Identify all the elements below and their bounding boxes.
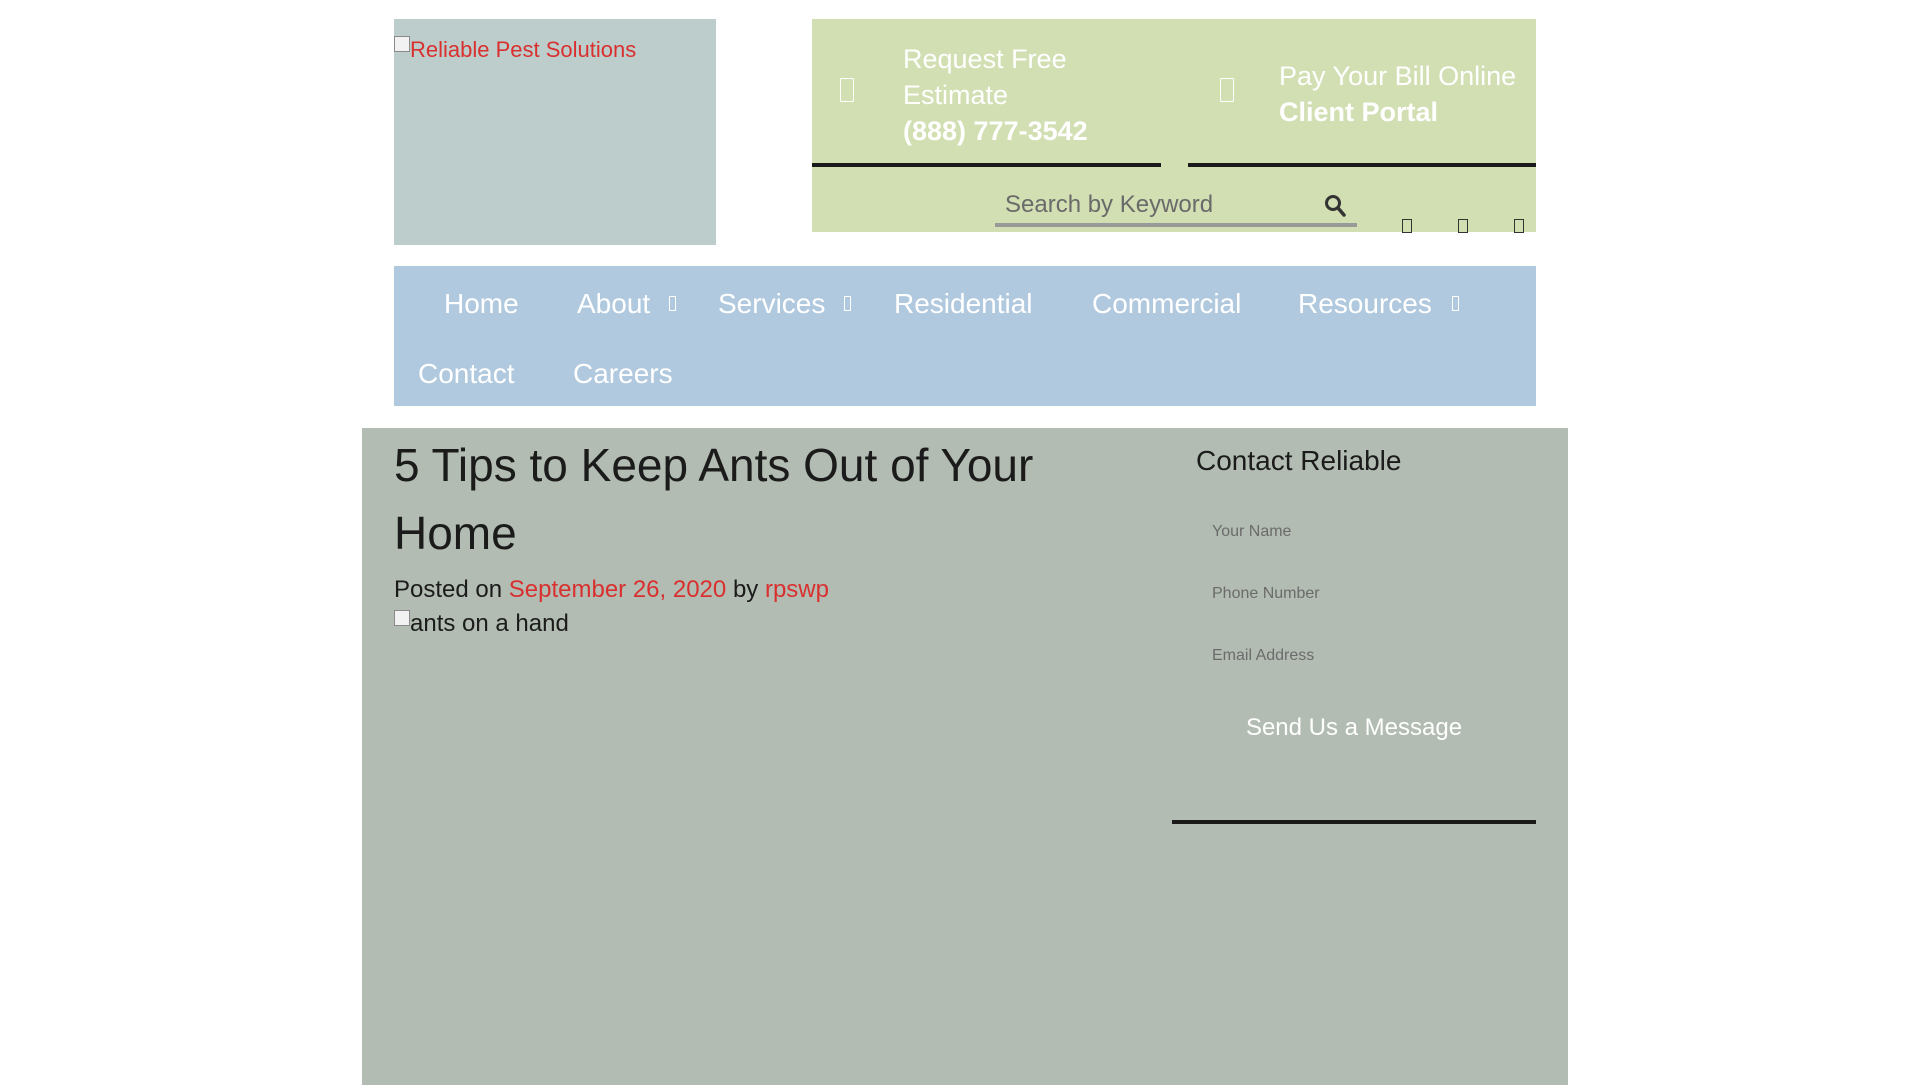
chevron-down-icon[interactable] (669, 296, 676, 311)
nav-item-commercial[interactable]: Commercial (1092, 287, 1241, 321)
broken-image-icon (394, 36, 410, 52)
email-field[interactable] (1196, 636, 1516, 676)
search-input[interactable] (995, 187, 1305, 223)
chevron-down-icon[interactable] (844, 296, 851, 311)
facebook-icon[interactable] (1402, 219, 1412, 233)
chevron-down-icon[interactable] (1452, 296, 1459, 311)
send-message-button[interactable]: Send Us a Message (1196, 704, 1512, 752)
logo-link[interactable]: Reliable Pest Solutions (394, 36, 637, 63)
post-author-link[interactable]: rpswp (765, 576, 829, 603)
estimate-label: Request Free Estimate (903, 44, 1067, 110)
main-nav: Home About Services Residential Commerci… (394, 266, 1536, 406)
estimate-text: Request Free Estimate (888) 777-3542 (903, 41, 1153, 149)
portal-link[interactable]: Client Portal (1279, 94, 1516, 130)
nav-item-resources[interactable]: Resources (1298, 287, 1432, 321)
name-field[interactable] (1196, 512, 1516, 552)
request-estimate-cta[interactable]: Request Free Estimate (888) 777-3542 (812, 19, 1161, 167)
search-bar (995, 187, 1357, 227)
phone-field[interactable] (1196, 574, 1516, 614)
post-featured-image: ants on a hand (394, 610, 569, 638)
main-content: 5 Tips to Keep Ants Out of Your Home Pos… (362, 428, 1568, 1085)
nav-item-careers[interactable]: Careers (573, 357, 673, 391)
image-alt-text: ants on a hand (410, 610, 569, 637)
post-date-link[interactable]: September 26, 2020 (509, 576, 727, 603)
nav-item-about[interactable]: About (577, 287, 650, 321)
contact-sidebar: Contact Reliable Send Us a Message (1172, 428, 1536, 824)
portal-label: Pay Your Bill Online (1279, 61, 1517, 91)
estimate-phone[interactable]: (888) 777-3542 (903, 113, 1153, 149)
by-label: by (732, 576, 759, 603)
credit-card-icon (1220, 78, 1234, 102)
portal-text: Pay Your Bill Online Client Portal (1279, 58, 1516, 130)
client-portal-cta[interactable]: Pay Your Bill Online Client Portal (1188, 19, 1536, 167)
phone-icon (840, 78, 854, 102)
post-meta: Posted on September 26, 2020 by rpswp (394, 576, 829, 604)
nav-item-contact[interactable]: Contact (418, 357, 515, 391)
nav-item-residential[interactable]: Residential (894, 287, 1033, 321)
logo-alt-text: Reliable Pest Solutions (410, 37, 637, 62)
sidebar-title: Contact Reliable (1196, 445, 1402, 476)
twitter-icon[interactable] (1458, 219, 1468, 233)
nav-item-services[interactable]: Services (718, 287, 825, 321)
header-panel: Request Free Estimate (888) 777-3542 Pay… (812, 19, 1536, 233)
post-title: 5 Tips to Keep Ants Out of Your Home (394, 439, 1034, 559)
broken-image-icon (394, 610, 410, 626)
posted-on-label: Posted on (394, 576, 503, 603)
instagram-icon[interactable] (1514, 219, 1524, 233)
nav-item-home[interactable]: Home (444, 287, 519, 321)
logo-container: Reliable Pest Solutions (394, 19, 716, 245)
search-icon[interactable] (1323, 193, 1347, 219)
